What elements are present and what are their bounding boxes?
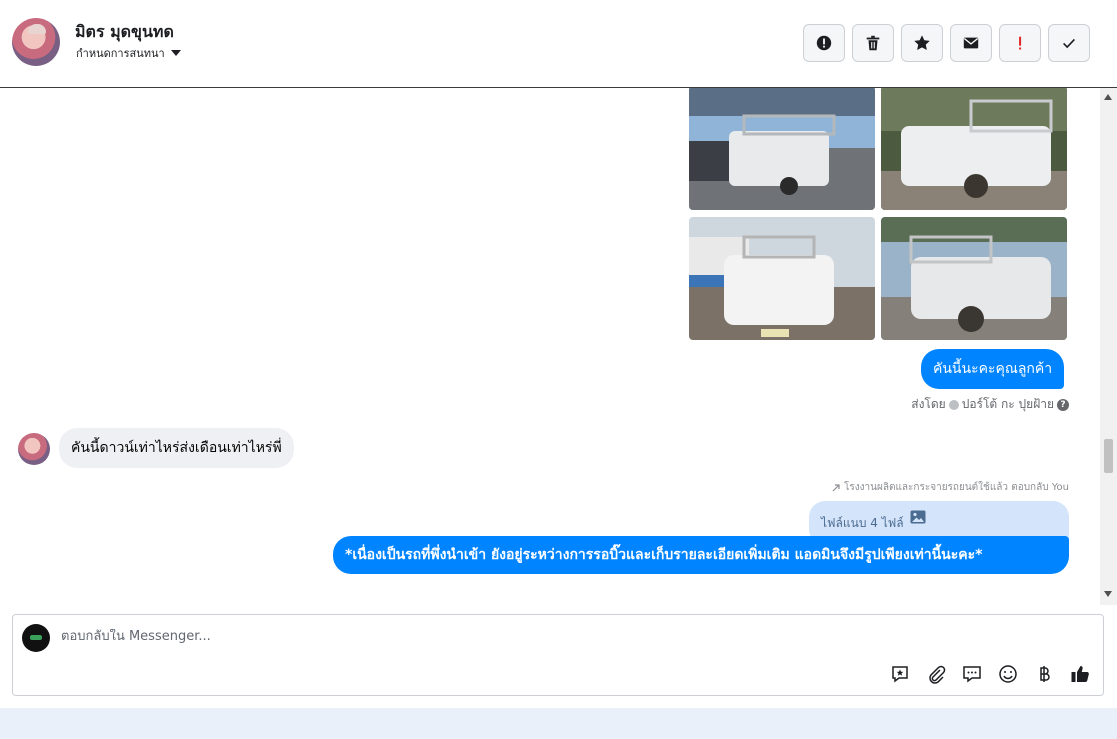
thumbs-up-icon [1071, 666, 1089, 683]
scroll-up-arrow-icon[interactable] [1104, 94, 1112, 100]
important-button[interactable] [999, 24, 1041, 62]
sender-name[interactable]: ปอร์โต้ กะ ปุยฝ้าย [962, 395, 1054, 414]
attachment-label: ไฟล์แนบ 4 ไฟล์ [821, 516, 904, 530]
outgoing-message[interactable]: คันนี้นะคะคุณลูกค้า [921, 349, 1065, 389]
reply-arrow-icon [832, 483, 840, 491]
alert-circle-icon [816, 35, 832, 51]
exclamation-icon [1019, 36, 1022, 50]
conversation-settings-dropdown[interactable]: กำหนดการสนทนา [76, 44, 181, 62]
message-text: *เนื่องเป็นรถที่พึ่งนำเข้า ยังอยู่ระหว่า… [345, 547, 983, 563]
photo-attachment-3[interactable] [689, 217, 875, 340]
help-icon[interactable]: ? [1057, 398, 1069, 411]
outgoing-message-long[interactable]: *เนื่องเป็นรถที่พึ่งนำเข้า ยังอยู่ระหว่า… [333, 536, 1069, 574]
reply-note: โรงงานผลิตและกระจายรถยนต์ใช้แล้ว ตอบกลับ… [832, 480, 1069, 495]
contact-avatar[interactable] [12, 18, 60, 66]
saved-reply-icon [892, 666, 908, 683]
emoji-icon [999, 665, 1017, 683]
chat-bubble-icon [963, 666, 981, 683]
star-icon [914, 35, 930, 51]
delete-button[interactable] [852, 24, 894, 62]
checkmark-icon [1063, 38, 1075, 49]
image-icon [910, 510, 926, 524]
sent-by-label: ส่งโดย ปอร์โต้ กะ ปุยฝ้าย ? [911, 395, 1069, 414]
page-avatar [22, 624, 50, 652]
photo-attachment-1[interactable] [689, 88, 875, 210]
message-thread[interactable]: คันนี้นะคะคุณลูกค้า ส่งโดย ปอร์โต้ กะ ปุ… [0, 88, 1117, 605]
footer-band [0, 708, 1117, 739]
conversation-header: มิตร มุดขุนทด กำหนดการสนทนา [0, 0, 1117, 88]
photo-attachment-2[interactable] [881, 88, 1067, 210]
composer-tools [889, 663, 1091, 685]
toolbar [803, 24, 1090, 62]
verified-dot-icon [948, 399, 959, 410]
message-text: คันนี้นะคะคุณลูกค้า [933, 361, 1053, 377]
star-button[interactable] [901, 24, 943, 62]
spam-button[interactable] [803, 24, 845, 62]
done-button[interactable] [1048, 24, 1090, 62]
conversation-settings-label: กำหนดการสนทนา [76, 47, 165, 60]
paperclip-icon [929, 665, 946, 684]
reply-composer [12, 614, 1104, 696]
emoji-button[interactable] [997, 663, 1019, 685]
caret-down-icon [170, 50, 181, 56]
saved-reply-button[interactable] [889, 663, 911, 685]
sent-by-prefix: ส่งโดย [911, 397, 946, 411]
scroll-down-arrow-icon[interactable] [1104, 591, 1112, 597]
envelope-icon [963, 37, 979, 49]
photo-attachment-4[interactable] [881, 217, 1067, 340]
scrollbar-thumb[interactable] [1104, 439, 1113, 473]
payment-button[interactable] [1033, 663, 1055, 685]
trash-icon [866, 35, 880, 51]
baht-icon [1040, 666, 1050, 682]
contact-avatar-small[interactable] [18, 433, 50, 465]
message-scrollbar[interactable] [1100, 88, 1117, 605]
mark-unread-button[interactable] [950, 24, 992, 62]
like-button[interactable] [1069, 663, 1091, 685]
message-text: คันนี้ดาวน์เท่าไหร่ส่งเดือนเท่าไหร่พี่ [71, 440, 282, 456]
reply-input[interactable] [61, 629, 861, 644]
incoming-message[interactable]: คันนี้ดาวน์เท่าไหร่ส่งเดือนเท่าไหร่พี่ [59, 428, 294, 468]
attach-file-button[interactable] [925, 663, 947, 685]
quick-reply-button[interactable] [961, 663, 983, 685]
contact-name[interactable]: มิตร มุดขุนทด [75, 20, 174, 45]
reply-note-text: โรงงานผลิตและกระจายรถยนต์ใช้แล้ว ตอบกลับ… [844, 482, 1069, 493]
